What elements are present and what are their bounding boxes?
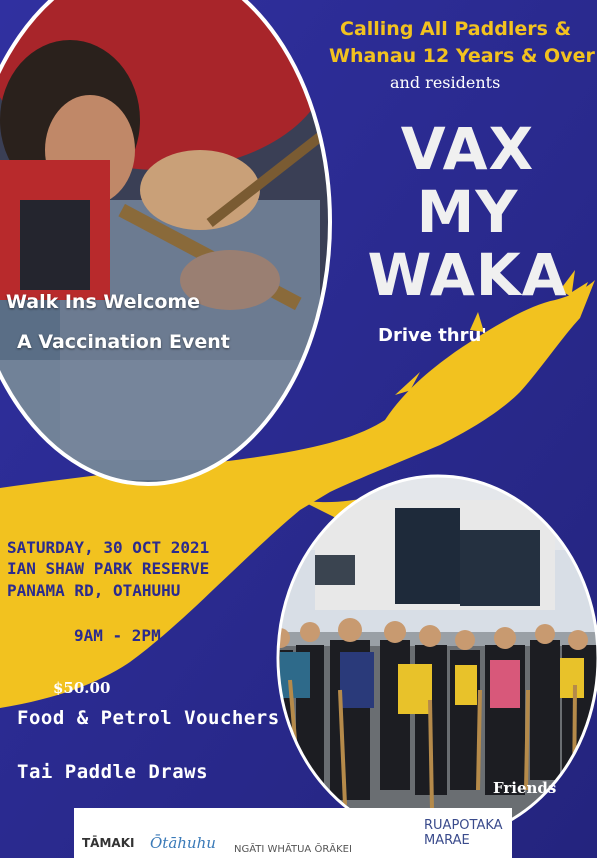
vouchers-label: Food & Petrol Vouchers [17,707,280,729]
friends-label: Friends [493,779,557,797]
event-venue: IAN SHAW PARK RESERVE [7,559,210,578]
sponsor-ruapotaka-line1: RUAPOTAKA [424,818,503,833]
title-waka: WAKA [367,241,568,309]
voucher-amount: $50.00 [53,679,111,697]
sponsor-otahuhu: Ōtāhuhu [150,834,216,852]
event-time: 9AM - 2PM [74,626,161,645]
sponsor-bar: TĀMAKI Ōtāhuhu NGĀTI WHĀTUA ŌRĀKEI RUAPO… [74,808,512,858]
event-poster: Calling All Paddlers & Whanau 12 Years &… [0,0,597,858]
event-road: PANAMA RD, OTAHUHU [7,581,181,600]
drive-thru-label: Drive thru' [378,325,487,346]
vaccination-event-label: A Vaccination Event [17,331,230,353]
headline-residents: and residents [390,73,501,92]
sponsor-ngati-whatua: NGĀTI WHĀTUA ŌRĀKEI [234,844,352,855]
sponsor-ruapotaka: RUAPOTAKA MARAE [424,818,503,848]
headline-line-1: Calling All Paddlers & [340,18,572,40]
sponsor-tamaki: TĀMAKI [82,836,135,850]
paddle-draws-label: Tai Paddle Draws [17,761,209,783]
title-vax: VAX [400,115,535,183]
walk-ins-label: Walk Ins Welcome [6,291,201,313]
sponsor-ruapotaka-line2: MARAE [424,833,470,848]
headline-line-2: Whanau 12 Years & Over [329,45,595,67]
title-my: MY [416,178,519,246]
event-date: SATURDAY, 30 OCT 2021 [7,538,210,557]
